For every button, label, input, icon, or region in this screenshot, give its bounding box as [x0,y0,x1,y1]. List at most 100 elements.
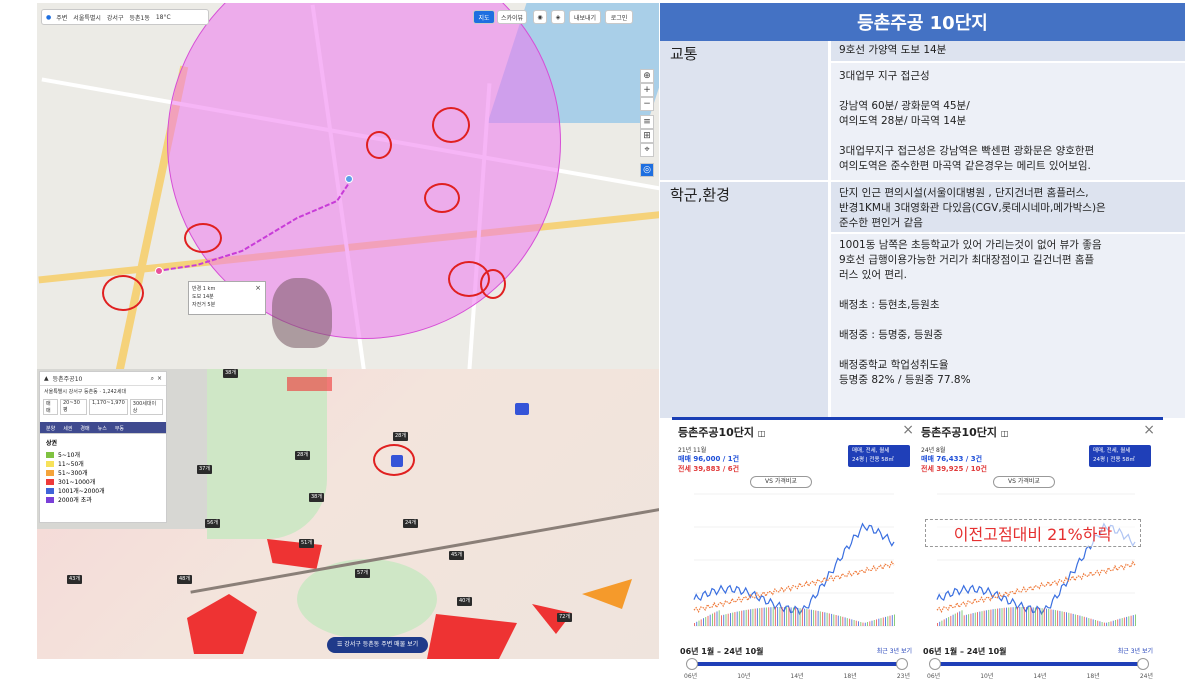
map-view-button[interactable]: 지도 [473,10,495,24]
destination-pin-icon[interactable] [345,175,353,183]
close-icon[interactable]: × [255,284,261,292]
volume-bar [939,621,941,626]
period-slider[interactable] [935,662,1145,666]
deal-type-select[interactable]: 매매, 전세, 월세 24평 | 전용 58㎡ [1089,445,1151,467]
highlight-ring [102,275,144,311]
close-icon[interactable]: × [902,422,914,438]
slider-start-handle[interactable] [929,658,941,670]
search-input[interactable]: 등촌주공10 [53,374,151,383]
filter-chip[interactable]: 20~30평 [59,399,87,415]
close-icon[interactable]: × [1143,422,1155,438]
share-button[interactable]: 내보내기 [569,10,601,24]
commerce-density-map[interactable]: 38개 28개 28개 37개 38개 56개 24개 51개 45개 57개 … [37,369,659,659]
complex-marker-icon[interactable] [391,455,403,467]
pin-icon[interactable]: ◉ [533,10,547,24]
volume-bar [1126,616,1128,626]
volume-bar [858,621,859,626]
volume-bar [772,607,774,626]
neighborhood-map[interactable]: ● 주변 서울특별시 강서구 등촌1동 18°C 지도 스카이뷰 ◉ ◈ 내보내… [37,3,659,369]
volume-bar [712,613,713,626]
login-button[interactable]: 로그인 [605,10,633,24]
volume-bar [761,607,763,626]
volume-bar [1081,616,1083,626]
zoom-in-button[interactable]: + [640,83,654,97]
volume-bar [1059,610,1061,626]
legend-label: 301~1000개 [58,479,96,486]
filter-chip[interactable]: 300세대이상 [129,399,163,415]
toolbar-item[interactable]: 등촌1동 [129,13,149,22]
price-tag[interactable]: 48개 [177,575,192,584]
layers-icon[interactable]: ◈ [551,10,565,24]
volume-bar [1006,607,1007,626]
tab-presale[interactable]: 분양 [43,425,58,432]
legend-label: 5~10개 [58,452,80,459]
period-label: 06년 1월 – 24년 10월 [680,647,764,656]
price-tag[interactable]: 72개 [557,613,572,622]
slider-start-handle[interactable] [686,658,698,670]
search-icon[interactable]: ⌕ [151,375,154,383]
toolbar-item[interactable]: 강서구 [107,13,124,22]
price-tag[interactable]: 57개 [355,569,370,578]
volume-bar [1019,607,1021,626]
price-tag[interactable]: 51개 [299,539,314,548]
tab-news[interactable]: 뉴스 [95,425,110,432]
complex-marker-icon[interactable] [515,403,529,415]
price-tag[interactable]: 40개 [457,597,472,606]
volume-bar [694,623,695,626]
volume-bar [1103,622,1105,626]
volume-bar [833,614,835,626]
volume-bar [972,613,974,626]
highlight-ring [184,223,222,253]
toolbar-item[interactable]: 서울특별시 [73,13,101,22]
volume-bar [759,608,761,626]
volume-bar [1123,617,1125,626]
compare-button[interactable]: VS 가격비교 [750,476,812,488]
compare-button[interactable]: VS 가격비교 [993,476,1055,488]
price-tag[interactable]: 38개 [223,369,238,378]
slider-tick: 10년 [737,673,751,680]
price-tag[interactable]: 38개 [309,493,324,502]
filter-chip[interactable]: 매매 [43,399,58,415]
volume-bar [999,608,1001,626]
view-listings-button[interactable]: ☰ 강서구 등촌동 주변 매물 보기 [327,637,429,653]
compass-icon[interactable]: ⊕ [640,69,654,83]
tab-auction[interactable]: 경매 [77,425,92,432]
price-tag[interactable]: 45개 [449,551,464,560]
deal-type-select[interactable]: 매매, 전세, 월세 24평 | 전용 58㎡ [848,445,910,467]
tab-area[interactable]: 세권 [60,425,75,432]
period-slider[interactable] [692,662,902,666]
price-tag[interactable]: 28개 [295,451,310,460]
category-transport: 교통 [660,41,828,180]
volume-bar [849,618,851,626]
close-icon[interactable]: × [157,375,162,382]
slider-end-handle[interactable] [896,658,908,670]
start-pin-icon[interactable] [155,267,163,275]
grid-icon[interactable]: ⊞ [640,129,654,143]
map-location-bar[interactable]: ● 주변 서울특별시 강서구 등촌1동 18°C [41,9,209,25]
price-tag[interactable]: 28개 [393,432,408,441]
price-tag[interactable]: 24개 [403,519,418,528]
price-tag[interactable]: 43개 [67,575,82,584]
volume-bar [1088,618,1090,626]
tab-realty[interactable]: 부동 [112,425,127,432]
volume-bar [1121,618,1123,626]
volume-bar [696,621,698,626]
sky-view-button[interactable]: 스카이뷰 [497,10,527,24]
card-title: 등촌주공10단지 ◫ [678,426,766,439]
volume-bar [768,607,770,626]
zoom-out-button[interactable]: − [640,97,654,111]
filter-chip[interactable]: 1,170~1,970 [88,399,128,415]
recent-3y-button[interactable]: 최근 3년 보기 [1118,646,1153,655]
volume-bar [1014,607,1016,626]
card-title: 등촌주공10단지 ◫ [921,426,1009,439]
price-tag[interactable]: 37개 [197,465,212,474]
slider-end-handle[interactable] [1137,658,1149,670]
menu-icon[interactable]: ≡ [640,115,654,129]
toolbar-item[interactable]: 주변 [56,13,67,22]
recent-3y-button[interactable]: 최근 3년 보기 [877,646,912,655]
volume-bar [961,610,963,626]
location-icon[interactable]: ◎ [640,163,654,177]
deal-type-label: 매매, 전세, 월세 [1093,448,1131,454]
price-tag[interactable]: 56개 [205,519,220,528]
ruler-icon[interactable]: ⌖ [640,143,654,157]
